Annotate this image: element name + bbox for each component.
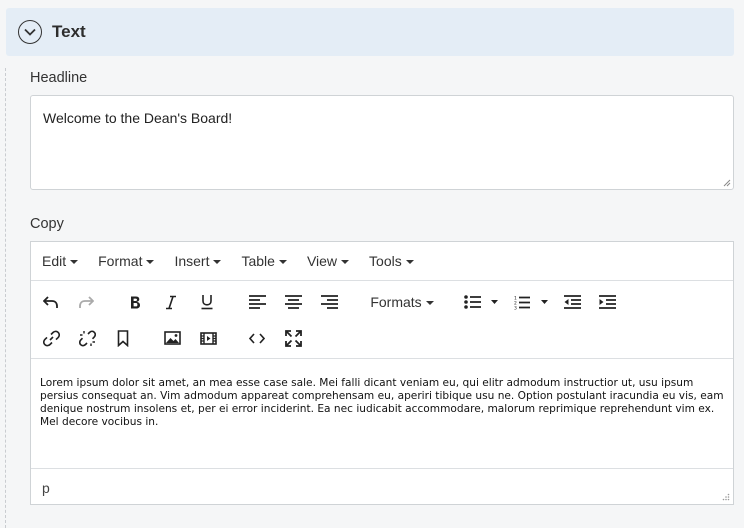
section-guide-line	[5, 68, 6, 528]
caret-down-icon	[341, 259, 350, 264]
editor-content[interactable]: Lorem ipsum dolor sit amet, an mea esse …	[40, 377, 730, 429]
numbered-list-icon: 123	[514, 295, 548, 310]
menu-format-label: Format	[98, 253, 143, 269]
caret-down-icon	[213, 259, 222, 264]
media-button[interactable]	[196, 327, 220, 349]
redo-button[interactable]	[74, 291, 98, 313]
image-icon	[163, 331, 181, 345]
caret-down-icon	[405, 259, 414, 264]
editor-resize-grip-icon[interactable]	[722, 493, 730, 501]
underline-icon	[201, 295, 213, 310]
menu-table-label: Table	[241, 253, 275, 269]
indent-icon	[598, 295, 616, 309]
headline-value: Welcome to the Dean's Board!	[43, 110, 233, 126]
link-button[interactable]	[39, 327, 63, 349]
code-icon	[249, 332, 265, 344]
indent-button[interactable]	[595, 291, 619, 313]
align-center-button[interactable]	[281, 291, 305, 313]
editor-toolbar: Formats 123	[31, 281, 733, 359]
section-header[interactable]: Text	[6, 8, 734, 56]
formats-dropdown[interactable]: Formats	[367, 291, 437, 313]
fullscreen-button[interactable]	[281, 327, 305, 349]
caret-down-icon	[146, 259, 155, 264]
resize-grip-icon[interactable]	[723, 179, 731, 187]
formats-label: Formats	[370, 294, 422, 310]
numbered-list-button[interactable]: 123	[511, 291, 551, 313]
section-title: Text	[52, 22, 86, 41]
redo-icon	[79, 296, 94, 308]
undo-icon	[43, 296, 58, 308]
headline-label: Headline	[30, 70, 88, 86]
outdent-button[interactable]	[560, 291, 584, 313]
chevron-down-icon	[24, 28, 36, 36]
menu-insert-label: Insert	[174, 253, 210, 269]
copy-label: Copy	[30, 216, 64, 232]
menu-view[interactable]: View	[306, 253, 350, 269]
svg-text:3: 3	[514, 305, 517, 310]
menu-edit-label: Edit	[42, 253, 67, 269]
undo-button[interactable]	[39, 291, 63, 313]
menu-edit[interactable]: Edit	[42, 253, 79, 269]
italic-icon	[166, 295, 176, 309]
bookmark-button[interactable]	[111, 327, 135, 349]
menu-format[interactable]: Format	[98, 253, 155, 269]
fullscreen-icon	[284, 329, 302, 347]
menu-table[interactable]: Table	[241, 253, 287, 269]
element-path[interactable]: p	[42, 480, 50, 496]
headline-textarea[interactable]: Welcome to the Dean's Board!	[30, 95, 734, 190]
unlink-button[interactable]	[75, 327, 99, 349]
bold-button[interactable]	[123, 291, 147, 313]
align-center-icon	[284, 295, 302, 309]
align-right-icon	[320, 295, 338, 309]
bold-icon	[131, 296, 140, 308]
unlink-icon	[78, 330, 96, 346]
link-icon	[42, 330, 60, 346]
caret-down-icon	[425, 300, 434, 305]
menu-insert[interactable]: Insert	[174, 253, 222, 269]
rich-text-editor: Edit Format Insert Table View Tools Form…	[30, 241, 734, 505]
bookmark-icon	[117, 329, 129, 347]
bullet-list-button[interactable]	[461, 291, 501, 313]
outdent-icon	[563, 295, 581, 309]
collapse-toggle-button[interactable]	[18, 20, 42, 44]
menu-tools-label: Tools	[369, 253, 402, 269]
editor-menubar: Edit Format Insert Table View Tools	[31, 242, 733, 281]
align-left-icon	[248, 295, 266, 309]
menu-view-label: View	[306, 253, 338, 269]
editor-statusbar: p	[31, 468, 733, 504]
caret-down-icon	[70, 259, 79, 264]
caret-down-icon	[278, 259, 287, 264]
media-icon	[199, 331, 217, 345]
menu-tools[interactable]: Tools	[369, 253, 414, 269]
image-button[interactable]	[160, 327, 184, 349]
italic-button[interactable]	[159, 291, 183, 313]
underline-button[interactable]	[195, 291, 219, 313]
align-left-button[interactable]	[245, 291, 269, 313]
source-code-button[interactable]	[245, 327, 269, 349]
bullet-list-icon	[464, 295, 498, 309]
align-right-button[interactable]	[317, 291, 341, 313]
